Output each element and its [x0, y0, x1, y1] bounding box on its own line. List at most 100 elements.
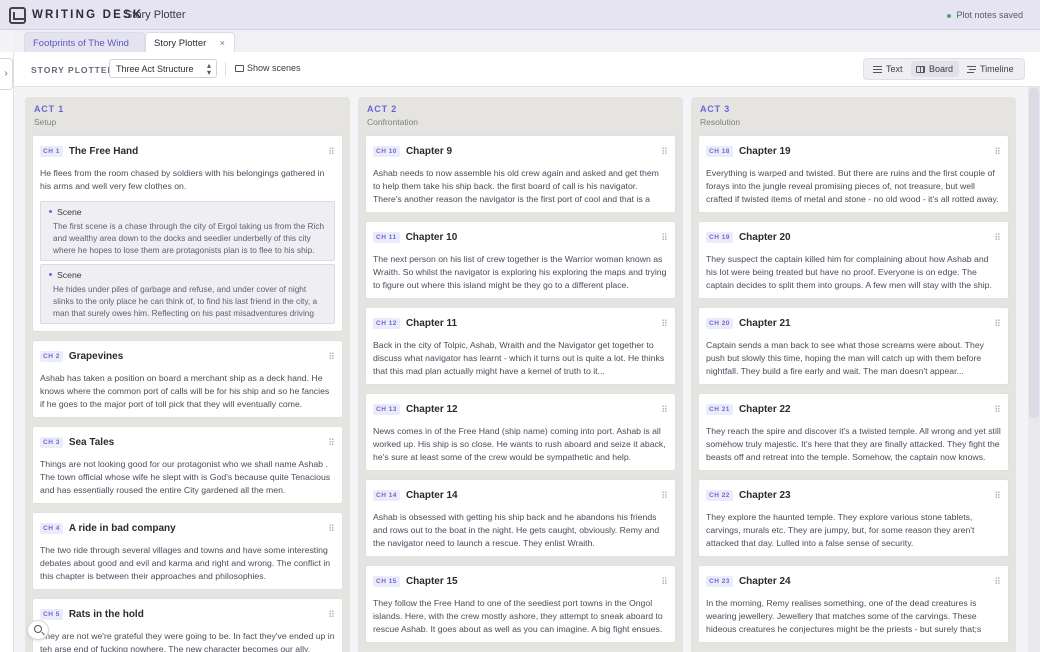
chevron-right-icon[interactable]: ›: [0, 58, 13, 90]
view-board-button[interactable]: Board: [911, 61, 959, 77]
view-timeline-button[interactable]: Timeline: [962, 61, 1022, 77]
zoom-button[interactable]: [27, 620, 49, 640]
drag-handle-icon[interactable]: [329, 352, 334, 359]
chapter-title: Chapter 19: [738, 145, 791, 157]
drag-handle-icon[interactable]: [995, 233, 1000, 240]
chapter-badge: CH 23: [706, 575, 733, 587]
chapter-card[interactable]: CH 18 Chapter 19 Everything is warped and …: [698, 135, 1009, 213]
chapter-title: The Free Hand: [68, 145, 139, 157]
drag-handle-icon[interactable]: [329, 524, 334, 531]
view-switcher: Text Board Timeline: [863, 58, 1025, 80]
scene-label: Scene: [57, 207, 82, 217]
drag-handle-icon[interactable]: [662, 577, 667, 584]
scene-label: Scene: [57, 270, 82, 280]
chapter-title: Chapter 11: [405, 317, 458, 329]
save-status: Plot notes saved: [947, 10, 1023, 20]
scene-text: The first scene is a chase through the c…: [53, 221, 325, 255]
view-board-label: Board: [929, 64, 954, 74]
chapter-summary: The next person on his list of crew toge…: [373, 254, 667, 290]
tab-footprints-of-the-wind[interactable]: Footprints of The Wind: [24, 32, 145, 52]
chapter-card[interactable]: CH 13 Chapter 12 News comes in of the Free…: [365, 393, 676, 471]
chapter-badge: CH 20: [706, 317, 733, 329]
tab-story-plotter[interactable]: Story Plotter ×: [145, 32, 235, 52]
chapter-card[interactable]: CH 10 Chapter 9 Ashab needs to now assembl…: [365, 135, 676, 213]
chapter-summary: Captain sends a man back to see what tho…: [706, 340, 984, 376]
drag-handle-icon[interactable]: [995, 577, 1000, 584]
chapter-summary: They explore the haunted temple. They ex…: [706, 512, 975, 548]
chapter-summary: News comes in of the Free Hand (ship nam…: [373, 426, 666, 462]
chapter-badge: CH 12: [373, 317, 400, 329]
view-timeline-label: Timeline: [980, 64, 1014, 74]
chapter-card[interactable]: CH 2 Grapevines Ashab has taken a positio…: [32, 340, 343, 418]
chapter-badge: CH 10: [373, 145, 400, 157]
drag-handle-icon[interactable]: [662, 491, 667, 498]
chapter-summary: In the morning, Remy realises something,…: [706, 598, 982, 634]
chevron-up-down-icon: ▴ ▾: [206, 61, 211, 77]
chapter-badge: CH 4: [40, 522, 63, 534]
act-header: ACT 3 Resolution: [691, 97, 1016, 135]
chapter-summary: Things are not looking good for our prot…: [40, 459, 331, 495]
chapter-badge: CH 21: [706, 403, 733, 415]
show-scenes-label: Show scenes: [247, 63, 301, 73]
status-dot-icon: [947, 13, 952, 18]
scene-dot-icon: [49, 210, 52, 213]
drag-handle-icon[interactable]: [995, 147, 1000, 154]
chapter-title: Sea Tales: [68, 436, 115, 448]
act-header: ACT 1 Setup: [25, 97, 350, 135]
act-column: ACT 1 Setup CH 1 The Free Hand He flees f…: [25, 97, 350, 652]
chapter-summary: They suspect the captain killed him for …: [706, 254, 992, 290]
chapter-badge: CH 22: [706, 489, 733, 501]
scrollbar-thumb[interactable]: [1029, 88, 1039, 418]
view-text-button[interactable]: Text: [868, 61, 910, 77]
chapter-card[interactable]: CH 11 Chapter 10 The next person on his li…: [365, 221, 676, 299]
scene-card[interactable]: Scene He hides under piles of garbage an…: [40, 264, 335, 324]
chapter-title: Chapter 21: [738, 317, 791, 329]
act-title: ACT 1: [34, 104, 65, 114]
toolbar-label: STORY PLOTTER: [31, 65, 115, 75]
chapter-badge: CH 1: [40, 145, 63, 157]
drag-handle-icon[interactable]: [329, 438, 334, 445]
chapter-card[interactable]: CH 15 Chapter 15 They follow the Free Hand…: [365, 565, 676, 643]
chapter-card[interactable]: CH 14 Chapter 14 Ashab is obsessed with ge…: [365, 479, 676, 557]
drag-handle-icon[interactable]: [662, 233, 667, 240]
chapter-card[interactable]: CH 3 Sea Tales Things are not looking goo…: [32, 426, 343, 504]
structure-select[interactable]: Three Act Structure ▴ ▾: [109, 59, 217, 78]
chapter-badge: CH 19: [706, 231, 733, 243]
chapter-title: Chapter 9: [405, 145, 453, 157]
chapter-card[interactable]: CH 23 Chapter 24 In the morning, Remy real…: [698, 565, 1009, 643]
drag-handle-icon[interactable]: [329, 147, 334, 154]
page-title: Story Plotter: [125, 9, 186, 21]
chapter-card[interactable]: CH 22 Chapter 23 They explore the haunted …: [698, 479, 1009, 557]
tab-label: Footprints of The Wind: [33, 38, 129, 49]
drag-handle-icon[interactable]: [662, 405, 667, 412]
act-subtitle: Setup: [34, 117, 57, 127]
chapter-card[interactable]: CH 5 Rats in the hold They are not we're …: [32, 598, 343, 652]
chapter-summary: Ashab is obsessed with getting his ship …: [373, 512, 660, 548]
chapter-summary: They reach the spire and discover it's a…: [706, 426, 1001, 462]
writing-desk-logo-icon[interactable]: [9, 7, 26, 24]
chapter-title: Chapter 10: [405, 231, 458, 243]
chapter-card[interactable]: CH 19 Chapter 20 They suspect the captain …: [698, 221, 1009, 299]
show-scenes-toggle[interactable]: Show scenes: [235, 63, 301, 73]
chapter-badge: CH 13: [373, 403, 400, 415]
chapter-card[interactable]: CH 1 The Free Hand He flees from the room…: [32, 135, 343, 332]
drag-handle-icon[interactable]: [995, 405, 1000, 412]
drag-handle-icon[interactable]: [662, 147, 667, 154]
chapter-card[interactable]: CH 4 A ride in bad company The two ride t…: [32, 512, 343, 590]
act-title: ACT 2: [367, 104, 398, 114]
drag-handle-icon[interactable]: [995, 491, 1000, 498]
chapter-summary: Ashab has taken a position on board a me…: [40, 373, 330, 409]
scene-text: He hides under piles of garbage and refu…: [53, 284, 318, 318]
app-header: WRITING DESK Story Plotter Plot notes sa…: [0, 0, 1040, 30]
scene-card[interactable]: Scene The first scene is a chase through…: [40, 201, 335, 261]
drag-handle-icon[interactable]: [662, 319, 667, 326]
chapter-card[interactable]: CH 21 Chapter 22 They reach the spire and …: [698, 393, 1009, 471]
chapter-badge: CH 3: [40, 436, 63, 448]
chapter-card[interactable]: CH 12 Chapter 11 Back in the city of Tolpi…: [365, 307, 676, 385]
chapter-card[interactable]: CH 20 Chapter 21 Captain sends a man back …: [698, 307, 1009, 385]
chapter-summary: They are not we're grateful they were go…: [40, 631, 335, 652]
drag-handle-icon[interactable]: [329, 610, 334, 617]
close-icon[interactable]: ×: [220, 38, 225, 48]
drag-handle-icon[interactable]: [995, 319, 1000, 326]
chapter-summary: Everything is warped and twisted. But th…: [706, 168, 999, 204]
